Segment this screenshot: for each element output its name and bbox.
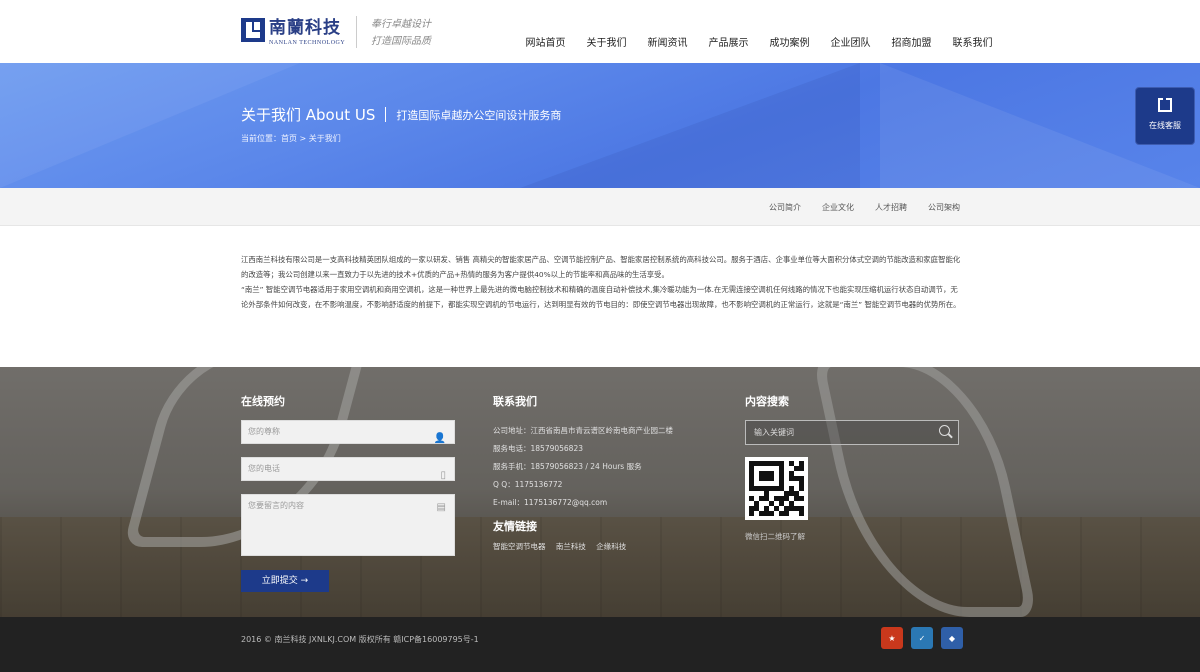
trust-badge-icon[interactable]: ✓ (911, 627, 933, 649)
friend-link-2[interactable]: 南兰科技 (556, 542, 586, 551)
page-title: 关于我们 About US 打造国际卓越办公空间设计服务商 (241, 104, 561, 125)
nav-item-about[interactable]: 关于我们 (576, 34, 637, 49)
user-icon: 👤 (433, 433, 446, 444)
page-title-text: 关于我们 About US (241, 106, 376, 124)
security-badge-icon[interactable]: ◆ (941, 627, 963, 649)
friend-links: 智能空调节电器 南兰科技 企缘科技 (493, 541, 634, 552)
phone-input-placeholder: 您的电话 (248, 464, 280, 473)
bottom-bar: 2016 © 南兰科技 JXNLKJ.COM 版权所有 赣ICP备1600979… (0, 617, 1200, 672)
booking-title: 在线预约 (241, 395, 285, 408)
phone-input[interactable]: 您的电话 ▯ (241, 457, 455, 481)
site-header: 南蘭科技 NANLAN TECHNOLOGY 奉行卓越设计 打造国际品质 网站首… (0, 0, 1200, 63)
search-placeholder: 输入关键词 (754, 428, 794, 437)
comment-icon: ▤ (436, 502, 446, 513)
nav-item-team[interactable]: 企业团队 (820, 34, 881, 49)
logo-icon (241, 18, 265, 42)
nav-item-franchise[interactable]: 招商加盟 (881, 34, 942, 49)
message-placeholder: 您要留言的内容 (248, 501, 304, 510)
wechat-qr-code (745, 457, 808, 520)
contact-mobile: 服务手机：18579056823 / 24 Hours 服务 (493, 462, 642, 471)
main-nav: 网站首页 关于我们 新闻资讯 产品展示 成功案例 企业团队 招商加盟 联系我们 (515, 34, 1003, 49)
about-paragraph-2: “南兰” 智能空调节电器适用于家用空调机和商用空调机，这是一种世界上最先进的微电… (241, 285, 961, 309)
search-icon[interactable] (939, 425, 950, 436)
slogan-line-1: 奉行卓越设计 (371, 19, 431, 30)
slogan-line-2: 打造国际品质 (371, 36, 431, 47)
logo-icon (1158, 98, 1172, 112)
page-subtitle: 打造国际卓越办公空间设计服务商 (396, 108, 562, 122)
about-content: 江西南兰科技有限公司是一支高科技精英团队组成的一家以研发、销售 高精尖的智能家居… (241, 252, 961, 312)
contact-address: 公司地址：江西省南昌市青云谱区岭南电商产业园二楼 (493, 426, 673, 435)
qr-caption: 微信扫二维码了解 (745, 532, 805, 541)
online-service-button[interactable]: 在线客服 (1135, 87, 1195, 145)
name-input[interactable]: 您的尊称 👤 (241, 420, 455, 444)
subnav-item-structure[interactable]: 公司架构 (928, 202, 960, 213)
nav-item-contact[interactable]: 联系我们 (942, 34, 1003, 49)
sub-nav-bar: 公司简介 企业文化 人才招聘 公司架构 (0, 188, 1200, 226)
nav-item-products[interactable]: 产品展示 (698, 34, 759, 49)
search-title: 内容搜索 (745, 395, 789, 408)
contact-title: 联系我们 (493, 395, 537, 408)
message-textarea[interactable]: 您要留言的内容 ▤ (241, 494, 455, 556)
subnav-item-culture[interactable]: 企业文化 (822, 202, 854, 213)
site-logo[interactable]: 南蘭科技 NANLAN TECHNOLOGY (241, 18, 345, 46)
nav-item-home[interactable]: 网站首页 (515, 34, 576, 49)
contact-email: E-mail：1175136772@qq.com (493, 498, 608, 507)
friend-link-1[interactable]: 智能空调节电器 (493, 542, 546, 551)
logo-en-text: NANLAN TECHNOLOGY (269, 40, 346, 46)
links-title: 友情链接 (493, 520, 537, 533)
nav-item-news[interactable]: 新闻资讯 (637, 34, 698, 49)
contact-info: 公司地址：江西省南昌市青云谱区岭南电商产业园二楼 服务电话：1857905682… (493, 422, 673, 512)
page-banner: 关于我们 About US 打造国际卓越办公空间设计服务商 当前位置：首页 > … (0, 63, 1200, 188)
logo-cn-text: 南蘭科技 (269, 18, 341, 38)
certification-badges: ★ ✓ ◆ (881, 627, 971, 649)
online-service-label: 在线客服 (1149, 121, 1181, 130)
phone-icon: ▯ (440, 470, 446, 481)
subnav-item-profile[interactable]: 公司简介 (769, 202, 801, 213)
slogan: 奉行卓越设计 打造国际品质 (371, 16, 431, 50)
contact-qq: Q Q：1175136772 (493, 480, 563, 489)
copyright: 2016 © 南兰科技 JXNLKJ.COM 版权所有 赣ICP备1600979… (241, 635, 479, 644)
about-paragraph-1: 江西南兰科技有限公司是一支高科技精英团队组成的一家以研发、销售 高精尖的智能家居… (241, 255, 961, 279)
nav-item-cases[interactable]: 成功案例 (759, 34, 820, 49)
friend-link-3[interactable]: 企缘科技 (596, 542, 626, 551)
search-input[interactable]: 输入关键词 (745, 420, 959, 445)
name-input-placeholder: 您的尊称 (248, 427, 280, 436)
breadcrumb[interactable]: 当前位置：首页 > 关于我们 (241, 133, 341, 144)
logo-divider (356, 16, 357, 48)
submit-button[interactable]: 立即提交 → (241, 570, 329, 592)
police-badge-icon[interactable]: ★ (881, 627, 903, 649)
contact-phone: 服务电话：18579056823 (493, 444, 583, 453)
title-separator (385, 107, 387, 122)
subnav-item-jobs[interactable]: 人才招聘 (875, 202, 907, 213)
